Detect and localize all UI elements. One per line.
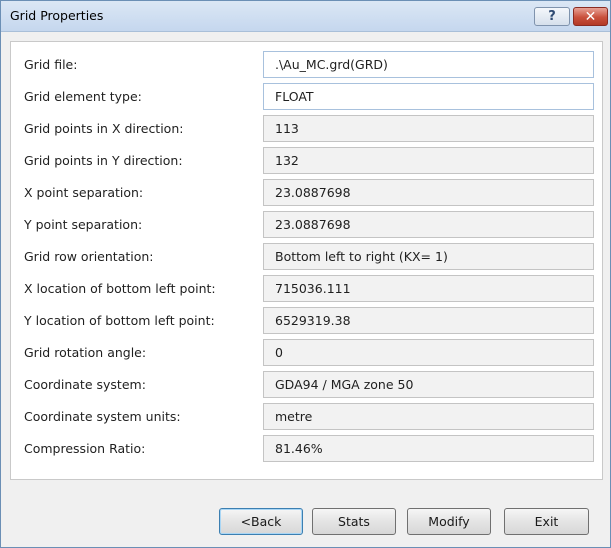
- grid-row-orientation-label: Grid row orientation:: [24, 249, 154, 264]
- row-x-location: X location of bottom left point: 715036.…: [11, 272, 602, 304]
- row-grid-file: Grid file: .\Au_MC.grd(GRD): [11, 48, 602, 80]
- help-icon: ?: [548, 9, 556, 24]
- coordinate-system-units-label: Coordinate system units:: [24, 409, 181, 424]
- row-coordinate-system-units: Coordinate system units: metre: [11, 400, 602, 432]
- compression-ratio-label: Compression Ratio:: [24, 441, 146, 456]
- row-y-point-separation: Y point separation: 23.0887698: [11, 208, 602, 240]
- x-point-separation-label: X point separation:: [24, 185, 144, 200]
- row-grid-points-y: Grid points in Y direction: 132: [11, 144, 602, 176]
- row-grid-rotation-angle: Grid rotation angle: 0: [11, 336, 602, 368]
- grid-points-y-label: Grid points in Y direction:: [24, 153, 183, 168]
- row-compression-ratio: Compression Ratio: 81.46%: [11, 432, 602, 464]
- exit-button[interactable]: Exit: [504, 508, 589, 535]
- help-button[interactable]: ?: [534, 7, 570, 26]
- dialog-title: Grid Properties: [10, 8, 104, 23]
- grid-file-field[interactable]: .\Au_MC.grd(GRD): [263, 51, 594, 78]
- row-coordinate-system: Coordinate system: GDA94 / MGA zone 50: [11, 368, 602, 400]
- grid-element-type-label: Grid element type:: [24, 89, 142, 104]
- row-y-location: Y location of bottom left point: 6529319…: [11, 304, 602, 336]
- back-button[interactable]: <Back: [219, 508, 303, 535]
- grid-points-x-label: Grid points in X direction:: [24, 121, 184, 136]
- grid-points-y-field[interactable]: 132: [263, 147, 594, 174]
- x-point-separation-field[interactable]: 23.0887698: [263, 179, 594, 206]
- grid-element-type-field[interactable]: FLOAT: [263, 83, 594, 110]
- close-button[interactable]: ✕: [573, 7, 608, 26]
- y-location-label: Y location of bottom left point:: [24, 313, 215, 328]
- y-point-separation-field[interactable]: 23.0887698: [263, 211, 594, 238]
- grid-properties-dialog: Grid Properties ? ✕ Grid file: .\Au_MC.g…: [0, 0, 611, 548]
- grid-file-label: Grid file:: [24, 57, 78, 72]
- title-bar: Grid Properties ? ✕: [1, 1, 610, 32]
- close-icon: ✕: [584, 8, 597, 25]
- x-location-label: X location of bottom left point:: [24, 281, 216, 296]
- grid-rotation-angle-field[interactable]: 0: [263, 339, 594, 366]
- row-grid-points-x: Grid points in X direction: 113: [11, 112, 602, 144]
- coordinate-system-label: Coordinate system:: [24, 377, 146, 392]
- x-location-field[interactable]: 715036.111: [263, 275, 594, 302]
- stats-button[interactable]: Stats: [312, 508, 396, 535]
- modify-button[interactable]: Modify: [407, 508, 491, 535]
- y-location-field[interactable]: 6529319.38: [263, 307, 594, 334]
- row-grid-row-orientation: Grid row orientation: Bottom left to rig…: [11, 240, 602, 272]
- coordinate-system-field[interactable]: GDA94 / MGA zone 50: [263, 371, 594, 398]
- y-point-separation-label: Y point separation:: [24, 217, 143, 232]
- compression-ratio-field[interactable]: 81.46%: [263, 435, 594, 462]
- row-x-point-separation: X point separation: 23.0887698: [11, 176, 602, 208]
- properties-panel: Grid file: .\Au_MC.grd(GRD) Grid element…: [10, 41, 603, 480]
- grid-row-orientation-field[interactable]: Bottom left to right (KX= 1): [263, 243, 594, 270]
- coordinate-system-units-field[interactable]: metre: [263, 403, 594, 430]
- row-grid-element-type: Grid element type: FLOAT: [11, 80, 602, 112]
- grid-points-x-field[interactable]: 113: [263, 115, 594, 142]
- grid-rotation-angle-label: Grid rotation angle:: [24, 345, 147, 360]
